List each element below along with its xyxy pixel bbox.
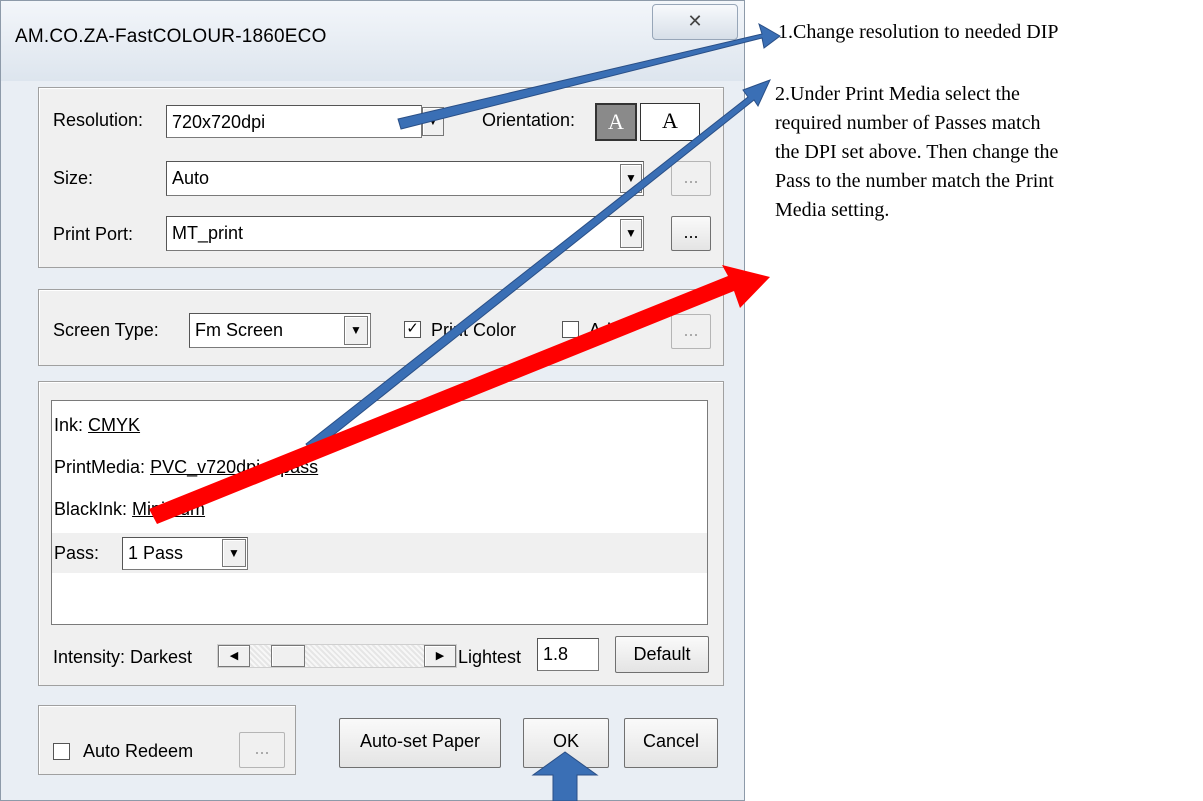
red-arrow-to-pass — [149, 265, 770, 524]
arrow-to-note-2 — [305, 79, 771, 453]
annotation-arrows — [149, 22, 781, 801]
arrow-up-to-ok — [531, 751, 599, 801]
arrow-to-note-1 — [397, 22, 781, 130]
